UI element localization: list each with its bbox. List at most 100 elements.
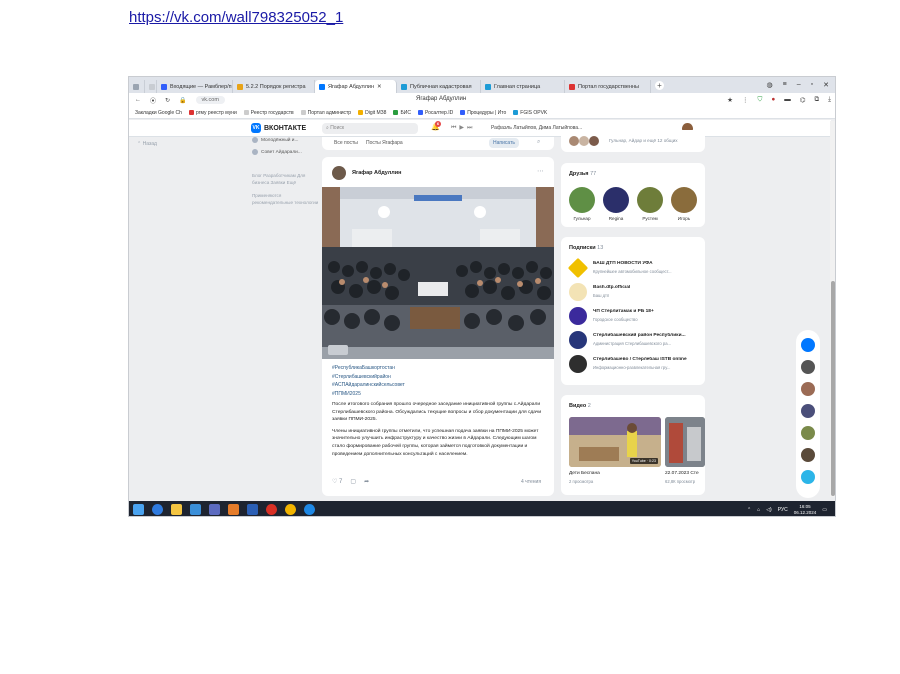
tab-actions-icon[interactable]: [129, 80, 145, 93]
search-input[interactable]: ⌕ Поиск: [322, 123, 418, 134]
tab-page-icon[interactable]: [145, 80, 157, 93]
hat-icon[interactable]: ▬: [784, 96, 791, 104]
app-icon[interactable]: [228, 504, 239, 515]
scrollbar-thumb[interactable]: [831, 281, 835, 496]
reload-icon[interactable]: ↻: [165, 97, 170, 104]
new-tab-button[interactable]: +: [655, 80, 664, 90]
chat-avatar[interactable]: [801, 404, 815, 418]
tab-registration[interactable]: 5.2.2 Порядок регистра: [233, 80, 315, 93]
subscriptions-title[interactable]: Подписки 13: [569, 245, 603, 251]
subscription-item[interactable]: Bash.dtp.official Баш дтп: [569, 283, 701, 303]
share-icon[interactable]: ⌬: [800, 96, 806, 104]
chat-avatar[interactable]: [801, 360, 815, 374]
start-icon[interactable]: [133, 504, 144, 515]
tab-vk-profile[interactable]: Ягафар Абдуллин ✕: [315, 80, 397, 93]
friend-item[interactable]: Рустем: [635, 187, 665, 221]
bookmark-item[interactable]: Процедуры | Ито: [460, 110, 506, 116]
forward-icon[interactable]: ⦿: [150, 96, 156, 105]
bookmark-item[interactable]: Портал администр: [300, 110, 351, 116]
comment-icon[interactable]: ▢: [350, 478, 356, 485]
write-post-button[interactable]: Написать: [489, 138, 519, 148]
friend-item[interactable]: Гульнар: [567, 187, 597, 221]
back-icon[interactable]: ←: [135, 97, 141, 103]
download-icon[interactable]: ⤓: [828, 96, 831, 104]
more-icon[interactable]: ⋮: [742, 96, 749, 104]
clock[interactable]: 16:05 06.12.2024: [794, 504, 817, 515]
notifications-icon[interactable]: 🔔 6: [431, 121, 441, 133]
hashtag-link[interactable]: #АСПАйдаралинскийсельсовет: [332, 381, 405, 390]
vk-messenger-icon[interactable]: [801, 338, 815, 352]
sidebar-group-item[interactable]: Молодёжный и...: [252, 137, 322, 143]
tab-rambler[interactable]: Входящие — Рамблер/п: [157, 80, 233, 93]
shield-icon[interactable]: ⛉: [757, 96, 762, 104]
copilot-icon[interactable]: ◍: [767, 81, 773, 89]
notifications-icon[interactable]: ▭: [822, 507, 827, 513]
volume-icon[interactable]: ◁): [766, 507, 772, 513]
hashtag-link[interactable]: #Стерлибашевскийрайон: [332, 373, 405, 382]
bookmark-item[interactable]: Закладки Google Ch: [135, 110, 182, 116]
chat-avatar[interactable]: [801, 448, 815, 462]
extension-icon[interactable]: ●: [771, 96, 775, 104]
word-icon[interactable]: [247, 504, 258, 515]
explorer-icon[interactable]: [171, 504, 182, 515]
ie-icon[interactable]: [304, 504, 315, 515]
scrollbar[interactable]: [830, 121, 835, 497]
friend-item[interactable]: Игорь: [669, 187, 699, 221]
menu-icon[interactable]: ≡: [783, 81, 787, 89]
vk-logo[interactable]: VK ВКОНТАКТЕ: [251, 123, 306, 133]
network-icon[interactable]: ⌂: [757, 507, 760, 513]
tab-cadastral-map[interactable]: Публичная кадастровая: [397, 80, 481, 93]
friends-title[interactable]: Друзья 77: [569, 171, 596, 177]
search-icon[interactable]: ⌕: [537, 139, 540, 146]
edge-icon[interactable]: [152, 504, 163, 515]
hashtag-link[interactable]: #ППМИ2025: [332, 390, 405, 399]
url-field[interactable]: vk.com: [195, 96, 225, 104]
videos-title[interactable]: Видео 2: [569, 403, 591, 409]
chat-avatar[interactable]: [801, 426, 815, 440]
subscription-item[interactable]: ЧП Стерлитамак и РБ 18+ Городское сообщес…: [569, 307, 701, 327]
bookmark-item[interactable]: Реестр государств: [243, 110, 294, 116]
like-button[interactable]: ♡ 7: [332, 478, 342, 485]
bookmark-item[interactable]: Росалтер.ID: [417, 110, 453, 116]
minimize-icon[interactable]: –: [797, 81, 801, 89]
bookmark-item[interactable]: Digit МЗ8: [358, 110, 386, 116]
music-player-controls[interactable]: ⏮▶⏭: [451, 124, 475, 132]
avatar[interactable]: [332, 166, 346, 180]
subscription-item[interactable]: Стерлибашево / Стерлебаш ISTB online Инфо…: [569, 355, 701, 375]
close-icon[interactable]: ✕: [823, 81, 829, 89]
tab-author-posts[interactable]: Посты Ягафара: [366, 140, 403, 146]
tab-gov-portal[interactable]: Портал государственны: [565, 80, 651, 93]
video-title[interactable]: 22.07.2023 Сте: [665, 471, 699, 476]
mutual-friends-card[interactable]: Гульнар, Айдар и ещё 12 общих: [561, 130, 705, 152]
back-link[interactable]: ⌃ Назад: [137, 141, 157, 147]
chat-avatar[interactable]: [801, 382, 815, 396]
bookmark-item[interactable]: ргму реестр муни: [188, 110, 237, 116]
yandex-browser-icon[interactable]: [266, 504, 277, 515]
bookmark-item[interactable]: БИС: [393, 110, 411, 116]
post-author[interactable]: Ягафар Абдуллин: [352, 170, 401, 176]
bookmark-icon[interactable]: ★: [727, 96, 733, 104]
video-thumbnail[interactable]: YouTube · 0:23: [569, 417, 661, 467]
mail-icon[interactable]: [190, 504, 201, 515]
sidebar-group-item[interactable]: Совет Айдарали...: [252, 149, 322, 155]
more-icon[interactable]: ⋯: [537, 167, 544, 175]
video-title[interactable]: Дети Беспана: [569, 471, 600, 476]
chat-avatar[interactable]: [801, 470, 815, 484]
video-thumbnail[interactable]: [665, 417, 705, 467]
share-icon[interactable]: ➦: [364, 478, 369, 485]
friend-item[interactable]: Regina: [601, 187, 631, 221]
collections-icon[interactable]: ⧉: [814, 96, 819, 104]
subscription-item[interactable]: БАШ ДТП НОВОСТИ УФА Крупнейшее автомобиль…: [567, 257, 701, 279]
tab-main-page[interactable]: Главная страница: [481, 80, 565, 93]
app-icon[interactable]: [209, 504, 220, 515]
bookmark-item[interactable]: FGIS OPVK: [513, 110, 547, 116]
tab-all-posts[interactable]: Все посты: [334, 140, 358, 146]
chrome-icon[interactable]: [285, 504, 296, 515]
language-indicator[interactable]: РУС: [778, 507, 788, 513]
tray-arrow-icon[interactable]: ⌃: [747, 507, 751, 513]
document-link[interactable]: https://vk.com/wall798325052_1: [129, 9, 343, 26]
hashtag-link[interactable]: #РеспубликаБашкортостан: [332, 364, 405, 373]
footer-links[interactable]: Блог Разработчикам Для бизнеса Заявки Ещ…: [252, 172, 322, 186]
maximize-icon[interactable]: ▫: [811, 81, 813, 89]
post-photo[interactable]: [322, 187, 554, 359]
